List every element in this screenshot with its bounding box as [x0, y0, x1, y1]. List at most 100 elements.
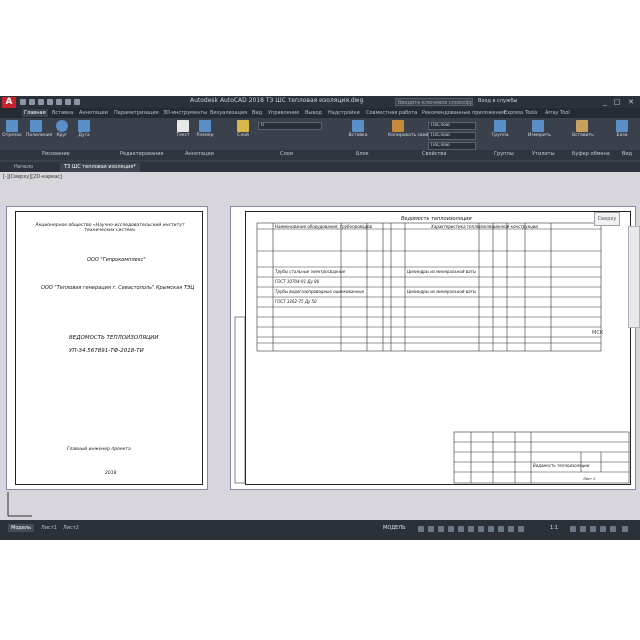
annotation-scale[interactable]: 1:1 [550, 525, 558, 531]
polyline-button[interactable]: Полилиния [26, 120, 52, 138]
lineweight-icon[interactable] [478, 526, 484, 532]
tab-parametric[interactable]: Параметризация [114, 109, 159, 117]
tab-collaborate[interactable]: Совместная работа [366, 109, 417, 117]
group-button[interactable]: Группа [490, 120, 510, 138]
layer-dropdown[interactable]: 0 [258, 122, 322, 130]
panel-view-label[interactable]: Вид [622, 151, 632, 157]
title-page-project: ООО "Тепловая генерация г. Севастополь" … [41, 285, 195, 291]
osnap-icon[interactable] [458, 526, 464, 532]
polar-icon[interactable] [448, 526, 454, 532]
title-page-year: 2018 [105, 471, 117, 476]
close-button[interactable]: ✕ [626, 97, 636, 107]
sign-in-link[interactable]: Вход в службы [478, 98, 517, 104]
panel-clipboard-label[interactable]: Буфер обмена [572, 151, 610, 157]
circle-button[interactable]: Круг [52, 120, 72, 138]
insert-block-icon [352, 120, 364, 132]
panel-block-label[interactable]: Блок [356, 151, 369, 157]
tab-insert[interactable]: Вставка [52, 109, 73, 117]
lineweight-dropdown[interactable]: ПоСлою [428, 142, 476, 150]
viewport-controls[interactable]: [-][Сверху][2D-каркас] [3, 174, 62, 180]
paste-button[interactable]: Вставить [572, 120, 594, 138]
panel-utilities-label[interactable]: Утилиты [532, 151, 555, 157]
plot-icon[interactable] [56, 99, 62, 105]
ortho-icon[interactable] [438, 526, 444, 532]
title-page-doc-code: УП-34.567891-ТФ-2018-ТИ [69, 348, 144, 354]
title-page-org: ООО "Гипрокомплекс" [87, 257, 146, 263]
tab-layout1[interactable]: Лист1 [38, 524, 60, 532]
auto-scale-icon[interactable] [518, 526, 524, 532]
save-icon[interactable] [38, 99, 44, 105]
panel-modify-label[interactable]: Редактирование [120, 151, 164, 157]
workspace-gear-icon[interactable] [570, 526, 576, 532]
measure-icon [532, 120, 544, 132]
line-icon [6, 120, 18, 132]
ucs-icon [7, 492, 32, 517]
viewcube[interactable]: Сверху [590, 208, 626, 228]
tab-start[interactable]: Начало [10, 163, 37, 172]
tab-layout2[interactable]: Лист2 [60, 524, 82, 532]
clean-screen-icon[interactable] [610, 526, 616, 532]
drawing-viewport[interactable]: [-][Сверху][2D-каркас] Акционерное общес… [0, 172, 640, 520]
dimension-button[interactable]: Размер [195, 120, 215, 138]
tab-view[interactable]: Вид [252, 109, 262, 117]
insert-block-button[interactable]: Вставка [348, 120, 368, 138]
minimize-button[interactable]: _ [600, 97, 610, 107]
redo-icon[interactable] [74, 99, 80, 105]
selection-cycling-icon[interactable] [498, 526, 504, 532]
wcs-label[interactable]: МСК [592, 330, 603, 336]
tab-3d-tools[interactable]: 3D-инструменты [163, 109, 207, 117]
schedule-row1-gost: ГОСТ 10704-91 Ду 80 [275, 279, 320, 284]
title-page-sheet: Акционерное общество «Научно-исследовате… [6, 206, 208, 490]
annotation-visibility-icon[interactable] [508, 526, 514, 532]
ribbon-panel-labels: Рисование Редактирование Аннотации Слои … [0, 150, 640, 160]
tab-drawing[interactable]: ТЗ ШС тепловая изоляция* [60, 163, 140, 172]
base-view-button[interactable]: База [612, 120, 632, 138]
dimension-icon [199, 120, 211, 132]
line-button[interactable]: Отрезок [2, 120, 22, 138]
tab-annotate[interactable]: Аннотации [79, 109, 108, 117]
search-input[interactable]: Введите ключевое слово/фразу [395, 98, 473, 106]
status-bar: Модель Лист1 Лист2 МОДЕЛЬ 1:1 [0, 520, 640, 540]
match-properties-button[interactable]: Копировать свойства [388, 120, 439, 138]
text-button[interactable]: Текст [173, 120, 193, 138]
otrack-icon[interactable] [468, 526, 474, 532]
panel-draw-label[interactable]: Рисование [42, 151, 70, 157]
new-file-icon[interactable] [20, 99, 26, 105]
panel-groups-label[interactable]: Группы [494, 151, 514, 157]
model-space-button[interactable]: МОДЕЛЬ [383, 525, 406, 531]
tab-express-tools[interactable]: Express Tools [504, 109, 537, 117]
panel-annotation-label[interactable]: Аннотации [185, 151, 214, 157]
tab-output[interactable]: Вывод [305, 109, 322, 117]
tab-array-tool[interactable]: Array Tool [545, 109, 570, 117]
text-icon [177, 120, 189, 132]
linetype-dropdown[interactable]: ПоСлою [428, 132, 476, 140]
measure-button[interactable]: Измерить [528, 120, 551, 138]
tab-featured-apps[interactable]: Рекомендованные приложения [422, 109, 505, 117]
tab-visualize[interactable]: Визуализация [210, 109, 247, 117]
save-as-icon[interactable] [47, 99, 53, 105]
transparency-icon[interactable] [488, 526, 494, 532]
tab-home[interactable]: Главная [22, 109, 48, 117]
panel-properties-label[interactable]: Свойства [422, 151, 446, 157]
tab-addins[interactable]: Надстройки [328, 109, 360, 117]
maximize-button[interactable]: □ [612, 97, 622, 107]
customization-menu-icon[interactable] [622, 526, 628, 532]
tab-manage[interactable]: Управление [268, 109, 299, 117]
grid-icon[interactable] [418, 526, 424, 532]
snap-icon[interactable] [428, 526, 434, 532]
undo-icon[interactable] [65, 99, 71, 105]
autocad-logo-icon[interactable]: A [2, 97, 16, 108]
annotation-monitor-icon[interactable] [580, 526, 586, 532]
isolate-objects-icon[interactable] [600, 526, 606, 532]
tab-model[interactable]: Модель [8, 524, 35, 532]
schedule-col-head-2: Характеристика теплоизоляционной констру… [431, 224, 538, 229]
viewcube-face[interactable]: Сверху [594, 212, 620, 226]
navigation-bar[interactable] [628, 226, 640, 328]
arc-button[interactable]: Дуга [74, 120, 94, 138]
color-dropdown[interactable]: ПоСлою [428, 122, 476, 130]
title-page-doc-title: ВЕДОМОСТЬ ТЕПЛОИЗОЛЯЦИИ [69, 335, 159, 341]
units-icon[interactable] [590, 526, 596, 532]
open-file-icon[interactable] [29, 99, 35, 105]
panel-layers-label[interactable]: Слои [280, 151, 293, 157]
layer-button[interactable]: Слой [233, 120, 253, 138]
